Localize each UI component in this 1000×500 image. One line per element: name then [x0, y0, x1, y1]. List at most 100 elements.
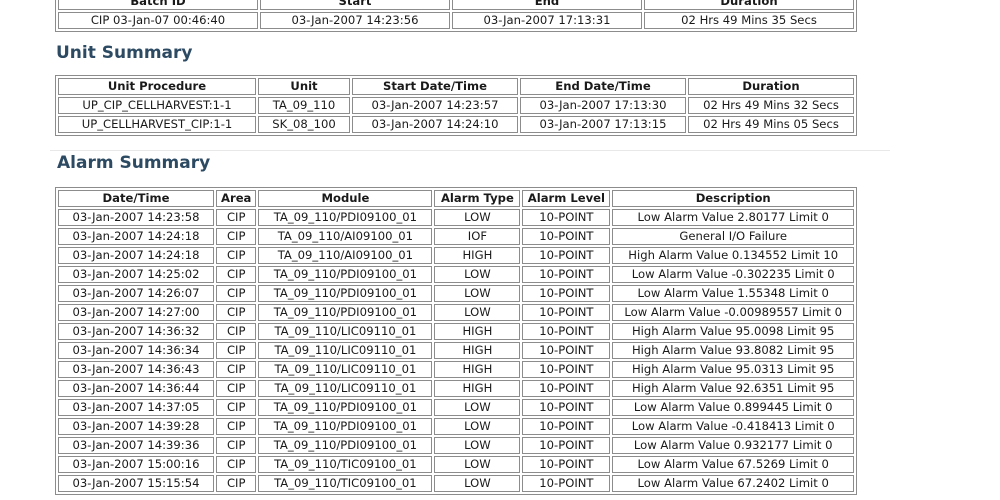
alarm-type-cell: LOW — [434, 399, 521, 416]
alarm-type-cell: HIGH — [434, 342, 521, 359]
alarm-level-cell: 10-POINT — [522, 418, 611, 435]
column-header-date-time: Date/Time — [58, 190, 214, 207]
alarm-level-cell: 10-POINT — [522, 380, 611, 397]
unit-cell: SK_08_100 — [258, 116, 350, 133]
alarm-type-cell: LOW — [434, 475, 521, 492]
column-header-end-date-time: End Date/Time — [520, 78, 686, 95]
alarm-level-cell: 10-POINT — [522, 323, 611, 340]
alarm-level-cell: 10-POINT — [522, 209, 611, 226]
module-cell: TA_09_110/LIC09110_01 — [258, 323, 433, 340]
alarm-type-cell: LOW — [434, 209, 521, 226]
start-date-time-cell: 03-Jan-2007 14:24:10 — [352, 116, 518, 133]
module-cell: TA_09_110/TIC09100_01 — [258, 456, 433, 473]
area-cell: CIP — [216, 437, 257, 454]
area-cell: CIP — [216, 304, 257, 321]
area-cell: CIP — [216, 475, 257, 492]
description-cell: High Alarm Value 0.134552 Limit 10 — [612, 247, 854, 264]
table-row: 03-Jan-2007 14:36:34 CIP TA_09_110/LIC0911… — [58, 342, 854, 359]
module-cell: TA_09_110/AI09100_01 — [258, 228, 433, 245]
module-cell: TA_09_110/LIC09110_01 — [258, 380, 433, 397]
end-date-time-cell: 03-Jan-2007 17:13:15 — [520, 116, 686, 133]
column-header-start-date-time: Start Date/Time — [352, 78, 518, 95]
unit-procedure-cell: UP_CIP_CELLHARVEST:1-1 — [58, 97, 256, 114]
description-cell: Low Alarm Value 67.2402 Limit 0 — [612, 475, 854, 492]
date-time-cell: 03-Jan-2007 14:36:34 — [58, 342, 214, 359]
table-row: 03-Jan-2007 14:26:07 CIP TA_09_110/PDI0910… — [58, 285, 854, 302]
table-row: 03-Jan-2007 14:37:05 CIP TA_09_110/PDI0910… — [58, 399, 854, 416]
alarm-type-cell: LOW — [434, 437, 521, 454]
alarm-level-cell: 10-POINT — [522, 266, 611, 283]
date-time-cell: 03-Jan-2007 15:15:54 — [58, 475, 214, 492]
end-cell: 03-Jan-2007 17:13:31 — [452, 12, 642, 29]
area-cell: CIP — [216, 228, 257, 245]
alarm-level-cell: 10-POINT — [522, 399, 611, 416]
table-row: 03-Jan-2007 14:23:58 CIP TA_09_110/PDI0910… — [58, 209, 854, 226]
description-cell: Low Alarm Value -0.302235 Limit 0 — [612, 266, 854, 283]
alarm-type-cell: HIGH — [434, 361, 521, 378]
date-time-cell: 03-Jan-2007 14:24:18 — [58, 247, 214, 264]
area-cell: CIP — [216, 266, 257, 283]
table-row: 03-Jan-2007 14:39:28 CIP TA_09_110/PDI0910… — [58, 418, 854, 435]
description-cell: High Alarm Value 95.0098 Limit 95 — [612, 323, 854, 340]
end-date-time-cell: 03-Jan-2007 17:13:30 — [520, 97, 686, 114]
date-time-cell: 03-Jan-2007 14:23:58 — [58, 209, 214, 226]
duration-cell: 02 Hrs 49 Mins 05 Secs — [688, 116, 854, 133]
unit-procedure-cell: UP_CELLHARVEST_CIP:1-1 — [58, 116, 256, 133]
alarm-level-cell: 10-POINT — [522, 228, 611, 245]
alarm-level-cell: 10-POINT — [522, 437, 611, 454]
alarm-level-cell: 10-POINT — [522, 304, 611, 321]
start-cell: 03-Jan-2007 14:23:56 — [260, 12, 450, 29]
area-cell: CIP — [216, 456, 257, 473]
module-cell: TA_09_110/TIC09100_01 — [258, 475, 433, 492]
column-header-start: Start — [260, 0, 450, 10]
alarm-type-cell: HIGH — [434, 323, 521, 340]
module-cell: TA_09_110/AI09100_01 — [258, 247, 433, 264]
table-row: 03-Jan-2007 14:36:43 CIP TA_09_110/LIC0911… — [58, 361, 854, 378]
unit-cell: TA_09_110 — [258, 97, 350, 114]
alarm-type-cell: LOW — [434, 304, 521, 321]
alarm-type-cell: LOW — [434, 456, 521, 473]
date-time-cell: 03-Jan-2007 14:39:36 — [58, 437, 214, 454]
column-header-batch-id: Batch ID — [58, 0, 258, 10]
batch-summary-table: Batch ID Start End Duration CIP 03-Jan-0… — [55, 0, 857, 32]
alarm-level-cell: 10-POINT — [522, 342, 611, 359]
description-cell: High Alarm Value 92.6351 Limit 95 — [612, 380, 854, 397]
module-cell: TA_09_110/PDI09100_01 — [258, 304, 433, 321]
duration-cell: 02 Hrs 49 Mins 35 Secs — [644, 12, 854, 29]
column-header-alarm-level: Alarm Level — [522, 190, 611, 207]
area-cell: CIP — [216, 323, 257, 340]
module-cell: TA_09_110/PDI09100_01 — [258, 418, 433, 435]
alarm-type-cell: LOW — [434, 418, 521, 435]
start-date-time-cell: 03-Jan-2007 14:23:57 — [352, 97, 518, 114]
description-cell: High Alarm Value 95.0313 Limit 95 — [612, 361, 854, 378]
date-time-cell: 03-Jan-2007 15:00:16 — [58, 456, 214, 473]
alarm-type-cell: LOW — [434, 285, 521, 302]
section-divider — [50, 150, 890, 151]
table-row: UP_CIP_CELLHARVEST:1-1 TA_09_110 03-Jan-… — [58, 97, 854, 114]
description-cell: General I/O Failure — [612, 228, 854, 245]
module-cell: TA_09_110/LIC09110_01 — [258, 361, 433, 378]
column-header-unit: Unit — [258, 78, 350, 95]
alarm-level-cell: 10-POINT — [522, 285, 611, 302]
column-header-module: Module — [258, 190, 433, 207]
table-row: 03-Jan-2007 14:36:32 CIP TA_09_110/LIC0911… — [58, 323, 854, 340]
module-cell: TA_09_110/PDI09100_01 — [258, 266, 433, 283]
date-time-cell: 03-Jan-2007 14:36:44 — [58, 380, 214, 397]
table-row: 03-Jan-2007 14:24:18 CIP TA_09_110/AI09100… — [58, 247, 854, 264]
table-header-row: Batch ID Start End Duration — [58, 0, 854, 10]
table-row: 03-Jan-2007 15:15:54 CIP TA_09_110/TIC0910… — [58, 475, 854, 492]
module-cell: TA_09_110/PDI09100_01 — [258, 285, 433, 302]
alarm-summary-table: Date/Time Area Module Alarm Type Alarm L… — [55, 187, 857, 495]
date-time-cell: 03-Jan-2007 14:26:07 — [58, 285, 214, 302]
date-time-cell: 03-Jan-2007 14:39:28 — [58, 418, 214, 435]
column-header-duration: Duration — [644, 0, 854, 10]
table-row: UP_CELLHARVEST_CIP:1-1 SK_08_100 03-Jan-… — [58, 116, 854, 133]
table-row: 03-Jan-2007 14:36:44 CIP TA_09_110/LIC0911… — [58, 380, 854, 397]
alarm-type-cell: IOF — [434, 228, 521, 245]
description-cell: Low Alarm Value 0.932177 Limit 0 — [612, 437, 854, 454]
date-time-cell: 03-Jan-2007 14:36:43 — [58, 361, 214, 378]
unit-summary-heading: Unit Summary — [56, 43, 193, 63]
module-cell: TA_09_110/PDI09100_01 — [258, 437, 433, 454]
alarm-type-cell: HIGH — [434, 247, 521, 264]
duration-cell: 02 Hrs 49 Mins 32 Secs — [688, 97, 854, 114]
